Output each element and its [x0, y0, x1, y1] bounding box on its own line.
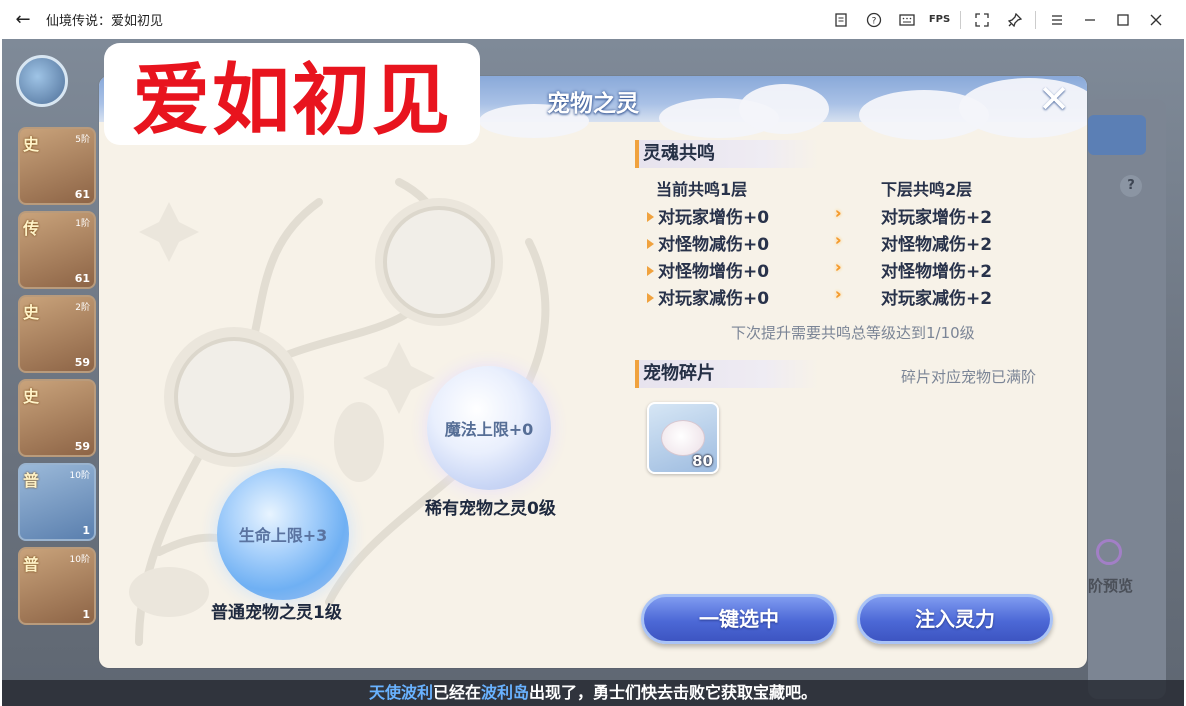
resonance-current-row: 对玩家减伤+0 — [647, 284, 769, 309]
pet-card[interactable]: 史 5阶 61 — [18, 127, 96, 205]
bullet-icon — [647, 239, 654, 249]
pet-grade: 史 — [23, 135, 40, 154]
pet-card[interactable]: 史 59 — [18, 379, 96, 457]
pet-stage: 10阶 — [69, 555, 90, 565]
resonance-current-row: 对怪物减伤+0 — [647, 230, 769, 255]
pet-grade: 普 — [23, 555, 40, 574]
right-panel-tab[interactable] — [1088, 115, 1146, 155]
resonance-current-value: 对怪物增伤+0 — [658, 262, 770, 282]
resonance-current-row: 对玩家增伤+0 — [647, 203, 769, 228]
pet-grade: 史 — [23, 303, 40, 322]
close-dialog-button[interactable]: ✕ — [1035, 80, 1073, 118]
pet-card[interactable]: 普 10阶 1 — [18, 547, 96, 625]
resonance-next-value: 对玩家减伤+2 — [881, 289, 993, 309]
pet-spirit-dialog: 宠物之灵 ✕ 魔法上限+0 稀有宠物之灵0级 生命上限+3 普通宠物之灵1级 灵… — [99, 76, 1087, 668]
rare-spirit-name: 稀有宠物之灵0级 — [425, 499, 556, 519]
rare-spirit-orb[interactable]: 魔法上限+0 — [427, 366, 551, 490]
ticker-text: 已经在 — [432, 683, 481, 702]
pet-card[interactable]: 传 1阶 61 — [18, 211, 96, 289]
pet-stage: 10阶 — [69, 471, 90, 481]
bullet-icon — [647, 266, 654, 276]
fullscreen-icon[interactable] — [965, 0, 998, 39]
pet-fragment-item[interactable]: 80 — [647, 402, 719, 474]
select-all-button[interactable]: 一键选中 — [641, 594, 837, 644]
resonance-next-value: 对怪物增伤+2 — [881, 262, 993, 282]
game-back-button[interactable] — [16, 55, 68, 107]
pet-list: 史 5阶 61 传 1阶 61 史 2阶 59 史 59 普 10阶 1 普 1… — [18, 127, 98, 631]
resonance-next-value: 对玩家增伤+2 — [881, 208, 993, 228]
pet-level: 1 — [82, 524, 90, 537]
common-spirit-name: 普通宠物之灵1级 — [211, 603, 342, 623]
bullet-icon — [647, 212, 654, 222]
window-toolbar: ? FPS — [824, 0, 1172, 39]
fragments-section-title: 宠物碎片 — [635, 360, 819, 388]
resonance-next-value: 对怪物减伤+2 — [881, 235, 993, 255]
magnifier-icon — [1096, 539, 1122, 565]
back-arrow-icon[interactable]: ← — [0, 9, 46, 30]
next-resonance-header: 下层共鸣2层 — [881, 180, 973, 199]
pet-level: 61 — [74, 188, 90, 201]
pet-grade: 史 — [23, 387, 40, 406]
fps-button[interactable]: FPS — [923, 0, 956, 39]
pet-level: 1 — [82, 608, 90, 621]
pet-fragment-icon — [661, 420, 705, 456]
window-titlebar: ← 仙境传说：爱如初见 ? FPS — [0, 0, 1186, 39]
resonance-current-value: 对怪物减伤+0 — [658, 235, 770, 255]
resonance-section-title: 灵魂共鸣 — [635, 140, 819, 168]
pet-stage: 2阶 — [75, 303, 90, 313]
pet-card[interactable]: 普 10阶 1 — [18, 463, 96, 541]
pet-stage: 5阶 — [75, 135, 90, 145]
resonance-upgrade-hint: 下次提升需要共鸣总等级达到1/10级 — [731, 324, 975, 342]
svg-text:?: ? — [871, 16, 876, 26]
watermark-badge: 爱如初见 — [104, 43, 480, 146]
common-spirit-stat: 生命上限+3 — [238, 526, 328, 545]
bullet-icon — [647, 293, 654, 303]
pet-grade: 普 — [23, 471, 40, 490]
ticker-text: 出现了，勇士们快去击败它获取宝藏吧。 — [529, 683, 818, 702]
pet-grade: 传 — [23, 219, 40, 238]
help-icon[interactable]: ? — [1120, 175, 1142, 197]
double-arrow-icon: ››› — [835, 204, 839, 222]
help-icon[interactable]: ? — [857, 0, 890, 39]
pet-level: 59 — [74, 440, 90, 453]
fragments-note: 碎片对应宠物已满阶 — [901, 368, 1037, 386]
right-side-panel: ? 阶预览 — [1088, 99, 1166, 699]
maximize-icon[interactable] — [1106, 0, 1139, 39]
pet-stage: 1阶 — [75, 219, 90, 229]
ticker-location: 波利岛 — [481, 683, 530, 702]
rare-spirit-stat: 魔法上限+0 — [444, 420, 534, 439]
toolbar-divider — [960, 10, 961, 29]
double-arrow-icon: ››› — [835, 285, 839, 303]
ticker-boss-name: 天使波利 — [368, 683, 433, 702]
doc-icon[interactable] — [824, 0, 857, 39]
fragment-count: 80 — [692, 452, 713, 470]
watermark-text: 爱如初见 — [131, 56, 452, 146]
window-close-icon[interactable] — [1139, 0, 1172, 39]
minimize-icon[interactable] — [1073, 0, 1106, 39]
double-arrow-icon: ››› — [835, 258, 839, 276]
current-resonance-header: 当前共鸣1层 — [656, 180, 748, 199]
stage-preview-button[interactable]: 阶预览 — [1088, 575, 1133, 596]
keyboard-icon[interactable] — [890, 0, 923, 39]
pet-level: 61 — [74, 272, 90, 285]
inject-spirit-button[interactable]: 注入灵力 — [857, 594, 1053, 644]
pet-card[interactable]: 史 2阶 59 — [18, 295, 96, 373]
resonance-current-value: 对玩家增伤+0 — [658, 208, 770, 228]
pin-icon[interactable] — [998, 0, 1031, 39]
toolbar-divider — [1035, 10, 1036, 29]
announcement-ticker: 天使波利已经在波利岛出现了，勇士们快去击败它获取宝藏吧。 — [2, 680, 1184, 706]
double-arrow-icon: ››› — [835, 231, 839, 249]
pet-level: 59 — [74, 356, 90, 369]
menu-icon[interactable] — [1040, 0, 1073, 39]
common-spirit-orb[interactable]: 生命上限+3 — [217, 468, 349, 600]
resonance-current-row: 对怪物增伤+0 — [647, 257, 769, 282]
window-title: 仙境传说：爱如初见 — [46, 14, 164, 29]
resonance-current-value: 对玩家减伤+0 — [658, 289, 770, 309]
